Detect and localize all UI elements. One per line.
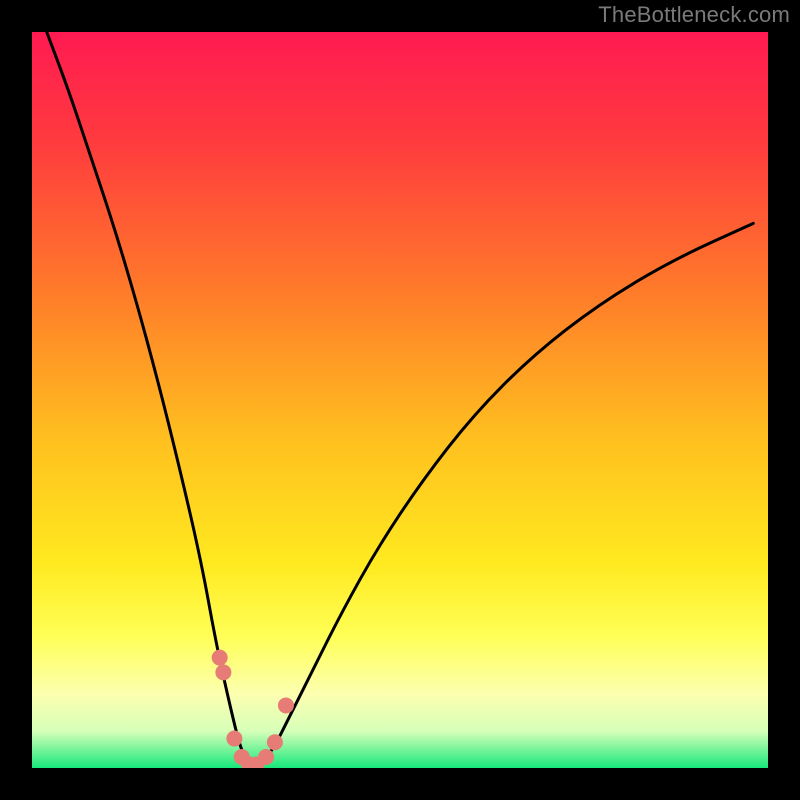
gradient-background xyxy=(32,32,768,768)
watermark-text: TheBottleneck.com xyxy=(598,2,790,28)
plot-area xyxy=(32,32,768,768)
